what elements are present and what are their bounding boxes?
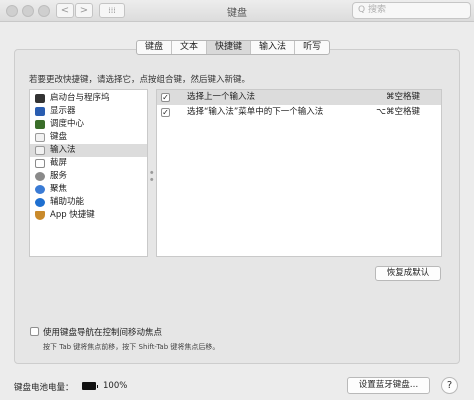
tab-dictation[interactable]: 听写: [295, 41, 329, 54]
grip-icon: ⦁ ⦁: [150, 168, 154, 183]
shortcut-name: 选择上一个输入法: [187, 92, 256, 102]
help-icon: ?: [446, 380, 453, 391]
services-gear-icon: [35, 172, 45, 181]
battery-icon: [82, 382, 98, 390]
shortcut-checkbox[interactable]: ✓: [161, 108, 170, 117]
title-bar: < > ⁞⁞⁞ 键盘 Q 搜索: [0, 0, 474, 22]
tab-text[interactable]: 文本: [172, 41, 208, 54]
category-label: 调度中心: [50, 119, 85, 129]
search-input[interactable]: Q 搜索: [352, 2, 471, 19]
setup-bluetooth-keyboard-button[interactable]: 设置蓝牙键盘…: [347, 377, 430, 394]
category-label: 聚焦: [50, 184, 68, 194]
category-item[interactable]: 显示器: [30, 105, 147, 118]
spotlight-icon: [35, 185, 45, 194]
shortcut-key[interactable]: ⌘空格键: [386, 90, 420, 105]
keyboard-icon: [35, 133, 45, 142]
category-item-selected[interactable]: 输入法: [30, 144, 147, 157]
dock-icon: [35, 94, 45, 103]
list-splitter[interactable]: ⦁ ⦁: [148, 89, 156, 257]
input-method-icon: [35, 146, 45, 155]
keyboard-navigation-hint: 按下 Tab 键将焦点前移，按下 Shift-Tab 键将焦点后移。: [43, 343, 220, 351]
category-item[interactable]: 键盘: [30, 131, 147, 144]
shortcut-checkbox[interactable]: ✓: [161, 93, 170, 102]
shortcut-key[interactable]: ⌥⌘空格键: [376, 105, 420, 120]
shortcut-table: ✓ 选择上一个输入法 ⌘空格键 ✓ 选择“输入法”菜单中的下一个输入法 ⌥⌘空格…: [156, 89, 442, 257]
help-button[interactable]: ?: [441, 377, 458, 394]
category-label: 截屏: [50, 158, 68, 168]
mission-control-icon: [35, 120, 45, 129]
display-icon: [35, 107, 45, 116]
battery-label: 键盘电池电量：: [14, 383, 74, 393]
tab-input-sources[interactable]: 输入法: [251, 41, 296, 54]
category-item[interactable]: 服务: [30, 170, 147, 183]
instruction-text: 若要更改快捷键，请选择它，点按组合键，然后键入新键。: [29, 75, 251, 85]
keyboard-navigation-label[interactable]: 使用键盘导航在控制间移动焦点: [43, 326, 162, 338]
search-placeholder: Q 搜索: [358, 5, 386, 15]
battery-level: 100%: [103, 381, 128, 391]
category-item[interactable]: App 快捷键: [30, 209, 147, 222]
category-label: 键盘: [50, 132, 68, 142]
category-item[interactable]: 截屏: [30, 157, 147, 170]
category-label: 服务: [50, 171, 68, 181]
tab-shortcuts[interactable]: 快捷键: [207, 41, 252, 54]
accessibility-icon: [35, 198, 45, 207]
category-list: 启动台与程序坞 显示器 调度中心 键盘 输入法 截屏 服务 聚焦 辅助功能 Ap…: [29, 89, 148, 257]
category-item[interactable]: 调度中心: [30, 118, 147, 131]
keyboard-navigation-checkbox[interactable]: [30, 327, 39, 336]
category-label: 辅助功能: [50, 197, 85, 207]
shortcut-row[interactable]: ✓ 选择“输入法”菜单中的下一个输入法 ⌥⌘空格键: [157, 105, 441, 120]
shortcut-row[interactable]: ✓ 选择上一个输入法 ⌘空格键: [157, 90, 441, 105]
restore-defaults-button[interactable]: 恢复成默认: [375, 266, 441, 281]
category-item[interactable]: 聚焦: [30, 183, 147, 196]
app-shortcuts-icon: [35, 211, 45, 220]
category-label: 启动台与程序坞: [50, 93, 110, 103]
category-label: 输入法: [50, 145, 76, 155]
tab-bar: 键盘 文本 快捷键 输入法 听写: [136, 40, 331, 55]
category-item[interactable]: 启动台与程序坞: [30, 92, 147, 105]
category-label: App 快捷键: [50, 210, 95, 220]
screenshot-icon: [35, 159, 45, 168]
category-item[interactable]: 辅助功能: [30, 196, 147, 209]
tab-keyboard[interactable]: 键盘: [137, 41, 173, 54]
category-label: 显示器: [50, 106, 76, 116]
shortcut-name: 选择“输入法”菜单中的下一个输入法: [187, 107, 324, 117]
